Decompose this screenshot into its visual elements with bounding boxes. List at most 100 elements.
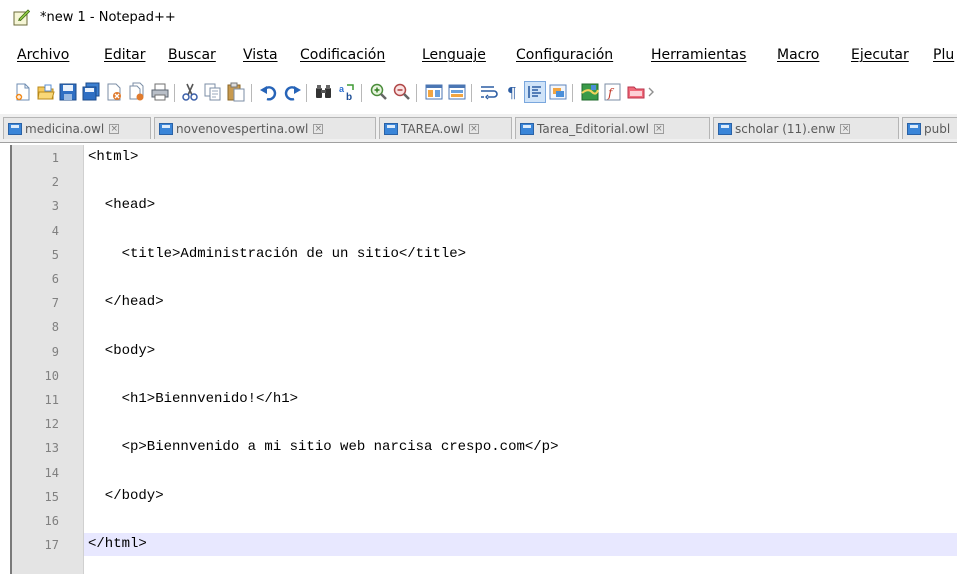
toolbar-separator — [471, 84, 472, 102]
replace-icon[interactable]: ab — [337, 82, 357, 102]
menu-ejecutar[interactable]: Ejecutar — [851, 44, 909, 66]
tab-tarea-owl[interactable]: TAREA.owl × — [379, 117, 512, 139]
toolbar-separator — [572, 84, 573, 102]
code-line[interactable]: <title>Administración de un sitio</title… — [88, 246, 466, 262]
tab-close-icon[interactable]: × — [468, 123, 479, 134]
line-number: 14 — [44, 466, 59, 480]
toolbar: ab ¶ f — [0, 78, 957, 106]
tab-scholar-enw[interactable]: scholar (11).enw × — [713, 117, 899, 139]
folder-as-workspace-icon[interactable] — [626, 82, 646, 102]
line-number: 2 — [51, 175, 59, 189]
line-number: 11 — [44, 393, 59, 407]
menu-editar[interactable]: Editar — [104, 44, 145, 66]
saved-file-icon — [520, 122, 534, 135]
tab-label: medicina.owl — [25, 121, 105, 136]
new-file-icon[interactable] — [13, 82, 33, 102]
undo-icon[interactable] — [259, 82, 279, 102]
line-number: 7 — [51, 296, 59, 310]
line-number: 6 — [51, 272, 59, 286]
tab-close-icon[interactable]: × — [840, 123, 851, 134]
code-line[interactable]: </head> — [88, 294, 164, 310]
menu-macro[interactable]: Macro — [777, 44, 819, 66]
text-editor[interactable]: 1 2 3 4 5 6 7 8 9 10 11 12 13 14 15 16 17 <html> <head> … — [10, 145, 957, 574]
tab-tarea-editorial-owl[interactable]: Tarea_Editorial.owl × — [515, 117, 710, 139]
copy-icon[interactable] — [203, 82, 223, 102]
redo-icon[interactable] — [282, 82, 302, 102]
line-number: 3 — [51, 199, 59, 213]
menu-plugins[interactable]: Plu — [933, 44, 954, 66]
show-all-characters-icon[interactable]: ¶ — [502, 82, 522, 102]
line-number: 4 — [51, 224, 59, 238]
line-number: 13 — [44, 441, 59, 455]
language-udl-icon[interactable] — [548, 82, 568, 102]
tab-label: Tarea_Editorial.owl — [537, 121, 649, 136]
tab-medicina-owl[interactable]: medicina.owl × — [3, 117, 151, 139]
line-number: 12 — [44, 417, 59, 431]
toolbar-separator — [416, 84, 417, 102]
saved-file-icon — [159, 122, 173, 135]
code-line[interactable]: <html> — [88, 149, 138, 165]
code-line[interactable]: </body> — [88, 488, 164, 504]
line-number: 1 — [51, 151, 59, 165]
zoom-in-icon[interactable] — [369, 82, 389, 102]
saved-file-icon — [907, 122, 921, 135]
menu-configuracion[interactable]: Configuración — [516, 44, 613, 66]
svg-text:¶: ¶ — [507, 84, 517, 102]
close-all-icon[interactable] — [127, 82, 147, 102]
svg-text:b: b — [346, 92, 352, 102]
line-number: 10 — [44, 369, 59, 383]
notepad-app-icon — [13, 9, 30, 26]
window-title: *new 1 - Notepad++ — [40, 10, 176, 25]
tab-label: novenovespertina.owl — [176, 121, 309, 136]
code-area[interactable]: <html> <head> <title>Administración de u… — [84, 145, 957, 574]
tab-novenovespertina-owl[interactable]: novenovespertina.owl × — [154, 117, 376, 139]
tab-label: TAREA.owl — [401, 121, 464, 136]
menu-lenguaje[interactable]: Lenguaje — [422, 44, 486, 66]
line-number: 5 — [51, 248, 59, 262]
line-number: 9 — [51, 345, 59, 359]
sync-horizontal-icon[interactable] — [447, 82, 467, 102]
tab-label: scholar (11).enw — [735, 121, 836, 136]
saved-file-icon — [8, 122, 22, 135]
tab-close-icon[interactable]: × — [109, 123, 120, 134]
save-icon[interactable] — [58, 82, 78, 102]
menu-buscar[interactable]: Buscar — [168, 44, 216, 66]
save-all-icon[interactable] — [81, 82, 101, 102]
toolbar-separator — [174, 84, 175, 102]
code-line[interactable]: <body> — [88, 343, 155, 359]
code-line[interactable]: <h1>Biennvenido!</h1> — [88, 391, 298, 407]
saved-file-icon — [384, 122, 398, 135]
toolbar-overflow-icon[interactable] — [647, 82, 657, 102]
toolbar-separator — [251, 84, 252, 102]
tab-label: publ — [924, 121, 951, 136]
code-line[interactable]: </html> — [88, 536, 147, 552]
line-number: 17 — [44, 538, 59, 552]
tab-close-icon[interactable]: × — [653, 123, 664, 134]
title-bar[interactable]: *new 1 - Notepad++ — [0, 0, 957, 38]
function-list-icon[interactable]: f — [603, 82, 623, 102]
line-number: 16 — [44, 514, 59, 528]
code-line[interactable]: <p>Biennvenido a mi sitio web narcisa cr… — [88, 439, 559, 455]
tab-close-icon[interactable]: × — [313, 123, 324, 134]
menu-codificacion[interactable]: Codificación — [300, 44, 385, 66]
paste-icon[interactable] — [226, 82, 246, 102]
print-icon[interactable] — [150, 82, 170, 102]
notepad-plus-plus-window: *new 1 - Notepad++ Archivo Editar Buscar… — [0, 0, 957, 574]
close-icon[interactable] — [104, 82, 124, 102]
find-icon[interactable] — [314, 82, 334, 102]
saved-file-icon — [718, 122, 732, 135]
menu-vista[interactable]: Vista — [243, 44, 278, 66]
open-file-icon[interactable] — [36, 82, 56, 102]
document-map-icon[interactable] — [580, 82, 600, 102]
menu-herramientas[interactable]: Herramientas — [651, 44, 746, 66]
menu-archivo[interactable]: Archivo — [17, 44, 69, 66]
cut-icon[interactable] — [180, 82, 200, 102]
sync-vertical-icon[interactable] — [424, 82, 444, 102]
indent-guide-icon[interactable] — [524, 81, 546, 103]
tab-publ[interactable]: publ — [902, 117, 957, 139]
zoom-out-icon[interactable] — [392, 82, 412, 102]
code-line[interactable]: <head> — [88, 197, 155, 213]
svg-text:a: a — [339, 84, 345, 94]
word-wrap-icon[interactable] — [479, 82, 499, 102]
menu-bar: Archivo Editar Buscar Vista Codificación… — [0, 44, 957, 66]
